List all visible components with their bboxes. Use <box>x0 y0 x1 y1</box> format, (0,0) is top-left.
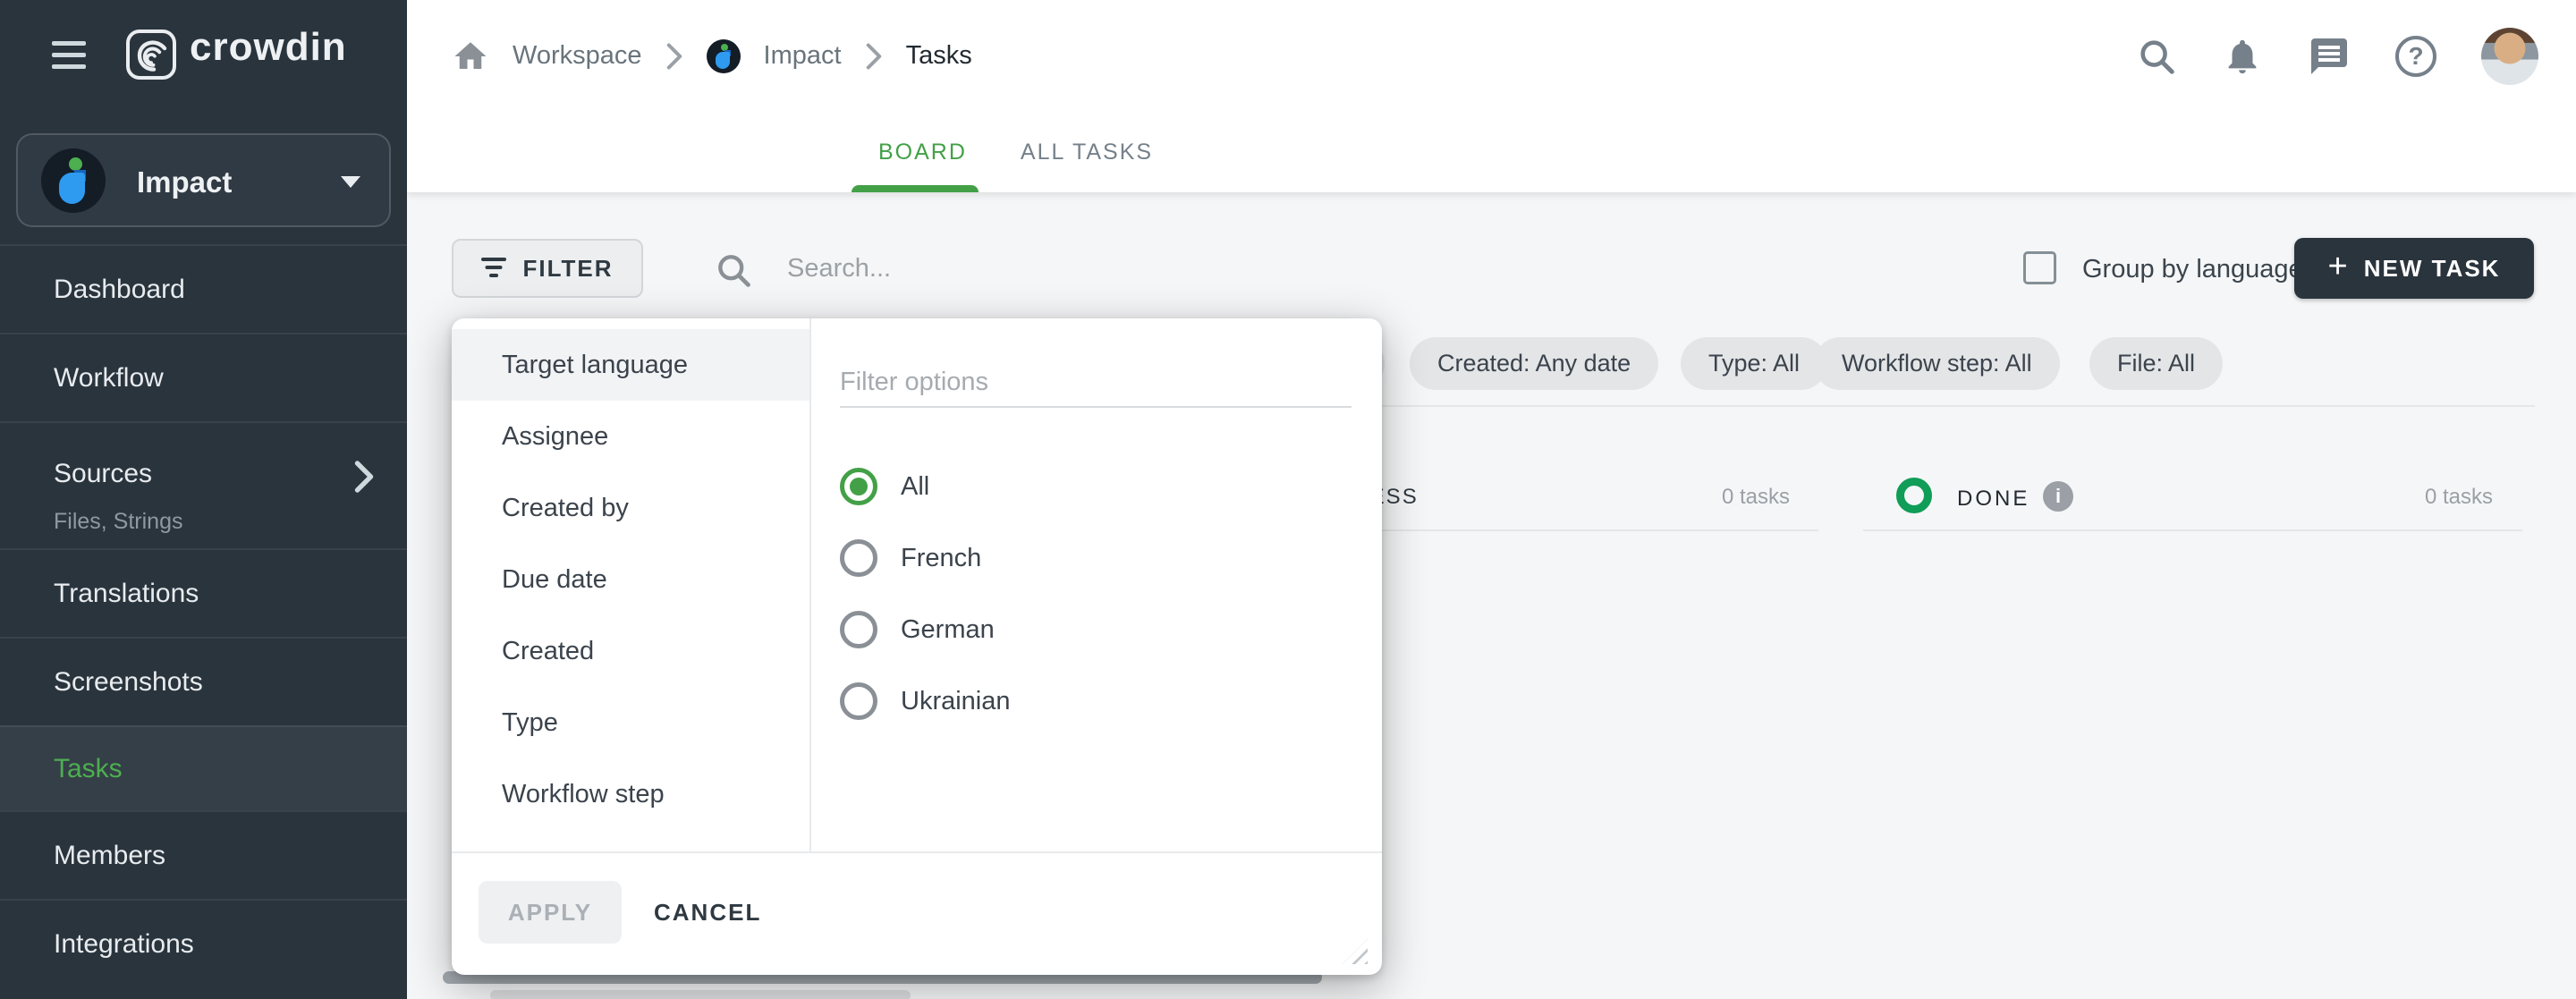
group-by-language-checkbox[interactable] <box>2023 251 2056 284</box>
radio-icon <box>840 682 877 720</box>
sidebar-item-label: Tasks <box>54 754 123 784</box>
search-icon[interactable] <box>2136 36 2177 77</box>
filter-category-due-date[interactable]: Due date <box>452 544 809 615</box>
group-by-language-label[interactable]: Group by language <box>2082 255 2303 284</box>
radio-icon <box>840 539 877 577</box>
filter-chip-type[interactable]: Type: All <box>1681 337 1827 390</box>
search-icon <box>714 250 753 290</box>
board-column-done-label: DONE <box>1957 487 2029 512</box>
sidebar-item-label: Integrations <box>54 929 194 960</box>
crowdin-logo-icon <box>126 30 176 80</box>
board-column-done-count: 0 tasks <box>2425 485 2493 510</box>
radio-option-all[interactable]: All <box>840 451 1011 522</box>
plus-icon: + <box>2328 250 2348 284</box>
divider <box>1863 529 2522 531</box>
sidebar-item-label: Members <box>54 841 165 871</box>
sidebar-item-screenshots[interactable]: Screenshots <box>0 637 407 725</box>
cancel-button[interactable]: CANCEL <box>654 881 761 944</box>
filter-category-created[interactable]: Created <box>452 615 809 687</box>
radio-option-french[interactable]: French <box>840 522 1011 594</box>
home-icon[interactable] <box>452 38 489 75</box>
sidebar-item-label: Screenshots <box>54 667 203 698</box>
filter-button[interactable]: FILTER <box>452 239 643 298</box>
breadcrumb-workspace[interactable]: Workspace <box>513 41 642 71</box>
filter-category-list: Target language Assignee Created by Due … <box>452 318 809 853</box>
chevron-right-icon <box>665 43 683 70</box>
sidebar-item-tasks[interactable]: Tasks <box>0 725 407 810</box>
filter-icon <box>481 258 506 279</box>
filter-category-target-language[interactable]: Target language <box>452 329 809 401</box>
user-avatar[interactable] <box>2481 28 2538 85</box>
chat-messages-icon[interactable] <box>2308 35 2351 78</box>
sidebar-item-label: Workflow <box>54 363 164 394</box>
radio-label: German <box>901 615 995 645</box>
filter-category-workflow-step[interactable]: Workflow step <box>452 758 809 830</box>
filter-chip-workflow-step[interactable]: Workflow step: All <box>1814 337 2060 390</box>
chevron-right-icon <box>353 461 375 493</box>
filter-category-type[interactable]: Type <box>452 687 809 758</box>
radio-selected-icon <box>840 468 877 505</box>
tab-board[interactable]: BOARD <box>878 140 967 165</box>
divider <box>1382 529 1818 531</box>
divider <box>809 318 811 853</box>
board-column-in-progress-count: 0 tasks <box>1722 485 1790 510</box>
sidebar-item-members[interactable]: Members <box>0 810 407 899</box>
filter-chip-file[interactable]: File: All <box>2089 337 2223 390</box>
divider <box>452 851 1382 853</box>
top-header: Workspace Impact Tasks ? BOARD ALL TASKS <box>407 0 2576 192</box>
notifications-bell-icon[interactable] <box>2222 36 2263 77</box>
filter-button-label: FILTER <box>522 255 613 283</box>
search-input[interactable] <box>787 241 1449 295</box>
project-avatar-small <box>707 39 741 73</box>
sidebar-item-label: Dashboard <box>54 275 185 305</box>
language-radio-group: All French German Ukrainian <box>840 451 1011 737</box>
radio-label: French <box>901 544 981 573</box>
sidebar-item-label: Sources <box>54 459 152 489</box>
filter-chip-created[interactable]: Created: Any date <box>1410 337 1658 390</box>
apply-button[interactable]: APPLY <box>479 881 622 944</box>
chevron-down-icon <box>341 176 360 188</box>
crowdin-logo-text: crowdin <box>190 25 347 70</box>
breadcrumb: Workspace Impact Tasks <box>452 0 972 112</box>
breadcrumb-current-page: Tasks <box>906 41 972 71</box>
sidebar-nav: Dashboard Workflow Sources Files, String… <box>0 244 407 988</box>
filter-category-assignee[interactable]: Assignee <box>452 401 809 472</box>
radio-label: Ukrainian <box>901 687 1011 716</box>
sidebar-item-translations[interactable]: Translations <box>0 548 407 637</box>
breadcrumb-project[interactable]: Impact <box>764 41 842 71</box>
active-tab-underline <box>852 185 979 192</box>
new-task-button[interactable]: + NEW TASK <box>2294 238 2534 299</box>
tab-bar: BOARD ALL TASKS <box>878 112 1153 192</box>
sidebar-item-workflow[interactable]: Workflow <box>0 333 407 421</box>
sidebar-item-integrations[interactable]: Integrations <box>0 899 407 988</box>
filter-options-input[interactable] <box>840 358 1352 408</box>
hamburger-menu-icon[interactable] <box>52 41 86 72</box>
filter-category-created-by[interactable]: Created by <box>452 472 809 544</box>
filter-dropdown-panel: Target language Assignee Created by Due … <box>452 318 1382 975</box>
project-selector[interactable]: Impact <box>16 133 391 227</box>
sidebar-item-label: Translations <box>54 579 199 609</box>
sidebar-item-dashboard[interactable]: Dashboard <box>0 244 407 333</box>
radio-icon <box>840 611 877 648</box>
resize-handle[interactable] <box>1343 939 1368 964</box>
done-status-ring-icon <box>1896 478 1932 513</box>
new-task-label: NEW TASK <box>2364 255 2501 283</box>
sidebar-item-sublabel: Files, Strings <box>54 509 182 535</box>
radio-option-ukrainian[interactable]: Ukrainian <box>840 665 1011 737</box>
chevron-right-icon <box>865 43 883 70</box>
help-icon[interactable]: ? <box>2395 36 2436 77</box>
project-avatar <box>41 148 106 213</box>
project-name: Impact <box>137 165 232 199</box>
sidebar: crowdin Impact Dashboard Workflow Source… <box>0 0 407 999</box>
info-icon[interactable]: i <box>2043 481 2073 512</box>
hidden-element-edge <box>490 990 911 999</box>
radio-option-german[interactable]: German <box>840 594 1011 665</box>
header-icons: ? <box>2136 0 2538 112</box>
radio-label: All <box>901 472 929 502</box>
tab-all-tasks[interactable]: ALL TASKS <box>1021 140 1153 165</box>
sidebar-item-sources[interactable]: Sources Files, Strings <box>0 421 407 548</box>
